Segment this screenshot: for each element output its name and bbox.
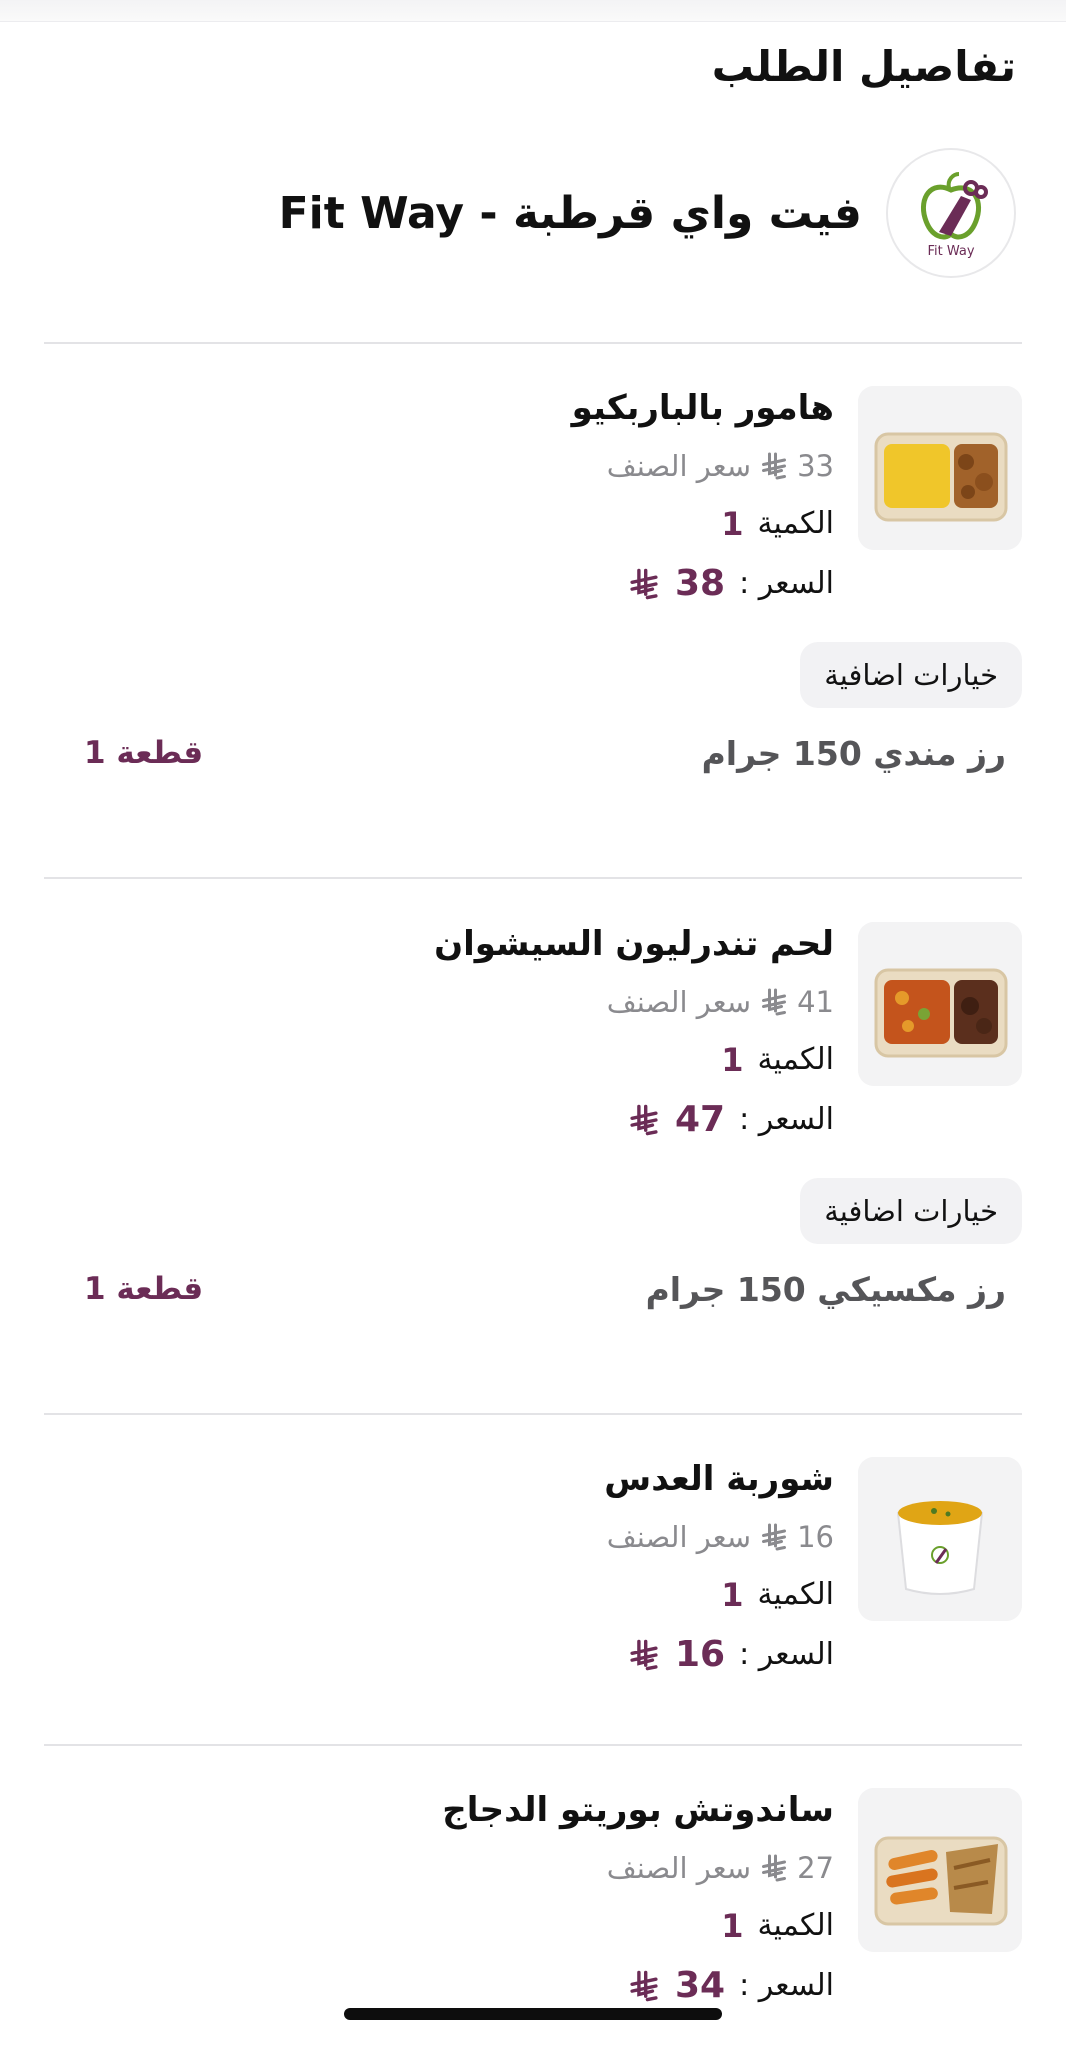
quantity-label: الكمية <box>757 1042 834 1077</box>
item-thumbnail <box>858 1788 1022 1952</box>
riyal-icon <box>762 1854 787 1882</box>
item-info: هامور بالباربكيو 33 سعر الصنف الكمية 1 ا… <box>234 386 834 606</box>
logo-text: Fit Way <box>927 243 975 259</box>
price-row: السعر : 16 <box>234 1633 834 1677</box>
quantity-row: الكمية 1 <box>234 1040 834 1080</box>
riyal-icon <box>630 1970 658 2002</box>
riyal-icon <box>630 568 658 600</box>
riyal-icon <box>630 1639 658 1671</box>
price-value: 38 <box>674 563 726 604</box>
quantity-row: الكمية 1 <box>234 1906 834 1946</box>
unit-price-label: سعر الصنف <box>606 1520 752 1554</box>
divider <box>44 1744 1022 1746</box>
addon-quantity: قطعة 1 <box>84 735 204 771</box>
unit-price-value: 41 <box>797 985 834 1019</box>
unit-price-value: 33 <box>797 449 834 483</box>
item-info: شوربة العدس 16 سعر الصنف الكمية 1 السعر … <box>234 1457 834 1677</box>
home-indicator[interactable] <box>344 2008 722 2020</box>
addon-row: رز مندي 150 جرام قطعة 1 <box>54 728 1006 778</box>
price-label: السعر : <box>739 1637 834 1672</box>
unit-price-label: سعر الصنف <box>606 449 752 483</box>
divider <box>44 1413 1022 1415</box>
divider <box>44 342 1022 344</box>
quantity-label: الكمية <box>757 506 834 541</box>
quantity-row: الكمية 1 <box>234 504 834 544</box>
order-item[interactable]: لحم تندرليون السيشوان 41 سعر الصنف الكمي… <box>44 922 1022 1342</box>
quantity-value: 1 <box>721 1907 744 1945</box>
unit-price: 41 سعر الصنف <box>234 982 834 1022</box>
restaurant-logo: Fit Way <box>886 148 1016 278</box>
price-value: 47 <box>674 1099 726 1140</box>
item-name: لحم تندرليون السيشوان <box>434 924 834 964</box>
quantity-label: الكمية <box>757 1577 834 1612</box>
apple-fork-logo-icon <box>921 171 988 239</box>
order-item[interactable]: ساندوتش بوريتو الدجاج 27 سعر الصنف الكمي… <box>44 1788 1022 2028</box>
item-info: لحم تندرليون السيشوان 41 سعر الصنف الكمي… <box>234 922 834 1142</box>
price-label: السعر : <box>739 1968 834 2003</box>
top-bar <box>0 0 1066 22</box>
addon-name: رز مندي 150 جرام <box>701 733 1006 773</box>
price-label: السعر : <box>739 566 834 601</box>
unit-price-label: سعر الصنف <box>606 1851 752 1885</box>
restaurant-header: Fit Way فيت واي قرطبة - Fit Way <box>50 148 1016 278</box>
riyal-icon <box>762 988 787 1016</box>
unit-price-value: 27 <box>797 1851 834 1885</box>
quantity-value: 1 <box>721 505 744 543</box>
quantity-row: الكمية 1 <box>234 1575 834 1615</box>
unit-price-value: 16 <box>797 1520 834 1554</box>
item-name: شوربة العدس <box>604 1459 834 1499</box>
order-item[interactable]: شوربة العدس 16 سعر الصنف الكمية 1 السعر … <box>44 1457 1022 1697</box>
unit-price: 16 سعر الصنف <box>234 1517 834 1557</box>
price-label: السعر : <box>739 1102 834 1137</box>
quantity-value: 1 <box>721 1041 744 1079</box>
addon-row: رز مكسيكي 150 جرام قطعة 1 <box>54 1264 1006 1314</box>
quantity-value: 1 <box>721 1576 744 1614</box>
item-thumbnail <box>858 1457 1022 1621</box>
quantity-label: الكمية <box>757 1908 834 1943</box>
restaurant-name: فيت واي قرطبة - Fit Way <box>278 187 862 239</box>
unit-price: 33 سعر الصنف <box>234 446 834 486</box>
riyal-icon <box>762 452 787 480</box>
price-value: 16 <box>674 1634 726 1675</box>
item-name: ساندوتش بوريتو الدجاج <box>442 1790 834 1830</box>
addon-quantity: قطعة 1 <box>84 1271 204 1307</box>
item-thumbnail <box>858 386 1022 550</box>
price-value: 34 <box>674 1965 726 2006</box>
riyal-icon <box>762 1523 787 1551</box>
riyal-icon <box>630 1104 658 1136</box>
order-item[interactable]: هامور بالباربكيو 33 سعر الصنف الكمية 1 ا… <box>44 386 1022 806</box>
price-row: السعر : 47 <box>234 1098 834 1142</box>
price-row: السعر : 38 <box>234 562 834 606</box>
item-name: هامور بالباربكيو <box>571 388 834 428</box>
unit-price: 27 سعر الصنف <box>234 1848 834 1888</box>
extra-options-chip[interactable]: خيارات اضافية <box>800 642 1022 708</box>
addon-name: رز مكسيكي 150 جرام <box>645 1269 1006 1309</box>
unit-price-label: سعر الصنف <box>606 985 752 1019</box>
divider <box>44 877 1022 879</box>
price-row: السعر : 34 <box>234 1964 834 2008</box>
item-info: ساندوتش بوريتو الدجاج 27 سعر الصنف الكمي… <box>234 1788 834 2008</box>
extra-options-chip[interactable]: خيارات اضافية <box>800 1178 1022 1244</box>
item-thumbnail <box>858 922 1022 1086</box>
page-title: تفاصيل الطلب <box>711 42 1016 91</box>
